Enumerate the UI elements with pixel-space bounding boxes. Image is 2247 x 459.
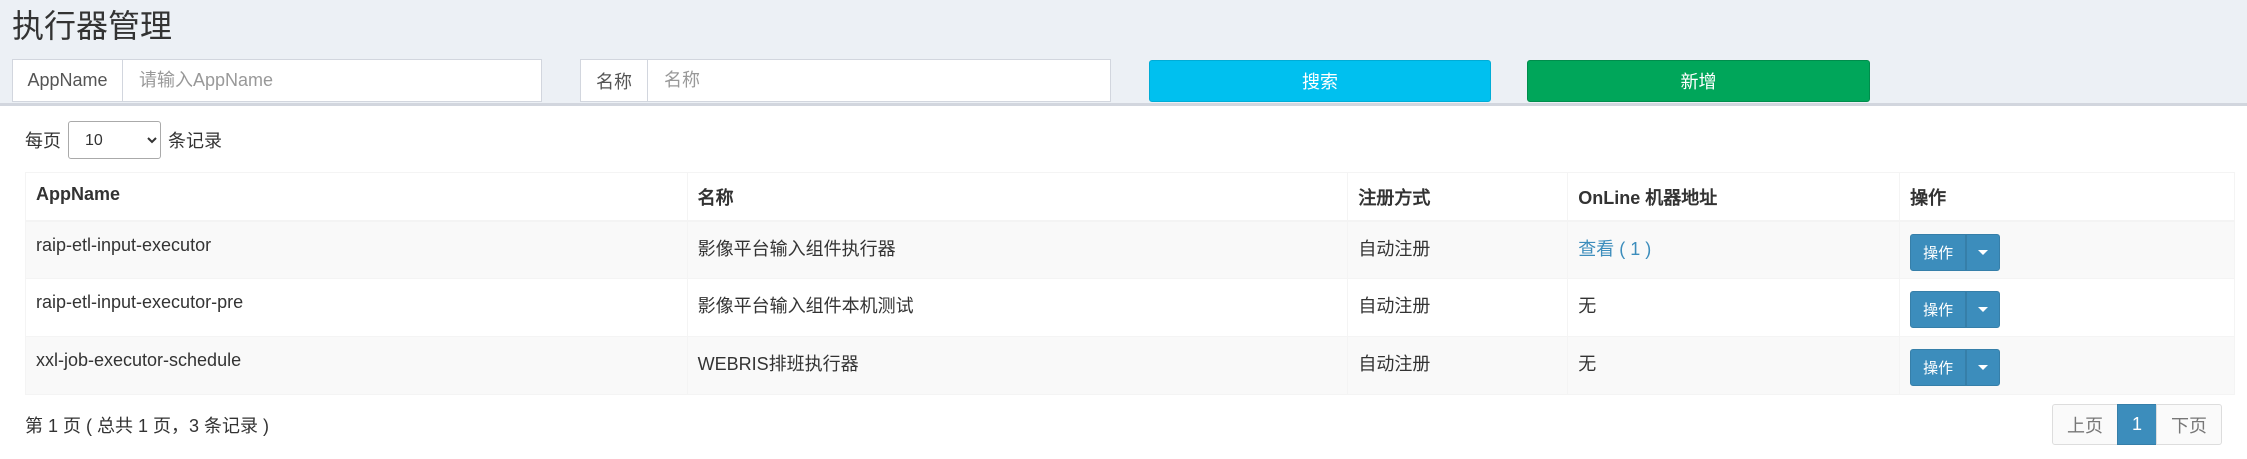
cell-appname: raip-etl-input-executor-pre xyxy=(25,278,688,337)
appname-filter-label: AppName xyxy=(13,60,123,101)
pagination: 上页 1 下页 xyxy=(2052,404,2222,445)
cell-operations: 操作 xyxy=(1899,220,2235,279)
page-length-suffix: 条记录 xyxy=(168,131,222,151)
operation-dropdown-toggle[interactable] xyxy=(1966,291,2001,328)
search-button[interactable]: 搜索 xyxy=(1149,60,1491,102)
executor-table: AppName 名称 注册方式 OnLine 机器地址 操作 raip-etl-… xyxy=(25,172,2235,395)
pagination-page-button[interactable]: 1 xyxy=(2117,404,2157,445)
operation-button-group: 操作 xyxy=(1910,233,2001,271)
online-address-link[interactable]: 查看 ( 1 ) xyxy=(1578,239,1651,259)
title-input[interactable] xyxy=(648,60,1110,101)
cell-appname: xxl-job-executor-schedule xyxy=(25,336,688,395)
cell-address-type: 自动注册 xyxy=(1347,278,1569,337)
page-length-select[interactable]: 10 xyxy=(68,121,161,159)
cell-online: 无 xyxy=(1567,278,1901,337)
column-header-address-type[interactable]: 注册方式 xyxy=(1347,172,1569,222)
appname-filter-group: AppName xyxy=(12,59,542,102)
operation-button[interactable]: 操作 xyxy=(1910,291,1967,328)
table-row: raip-etl-input-executor 影像平台输入组件执行器 自动注册… xyxy=(25,220,2235,279)
column-header-operations: 操作 xyxy=(1899,172,2235,222)
column-header-online-address[interactable]: OnLine 机器地址 xyxy=(1567,172,1901,222)
operation-button[interactable]: 操作 xyxy=(1910,233,1967,271)
title-filter-group: 名称 xyxy=(580,59,1111,102)
operation-dropdown-toggle[interactable] xyxy=(1966,233,2001,271)
column-header-title[interactable]: 名称 xyxy=(686,172,1349,222)
operation-button-group: 操作 xyxy=(1910,291,2001,328)
caret-down-icon xyxy=(1978,307,1989,312)
table-info: 第 1 页 ( 总共 1 页，3 条记录 ) xyxy=(25,416,270,436)
table-row: raip-etl-input-executor-pre 影像平台输入组件本机测试… xyxy=(25,278,2235,337)
executor-management-page: 执行器管理 AppName 名称 搜索 新增 每页 10 条记录 AppName… xyxy=(0,0,2247,459)
cell-operations: 操作 xyxy=(1899,336,2235,395)
pagination-next-button[interactable]: 下页 xyxy=(2156,404,2222,445)
page-length-control: 每页 10 条记录 xyxy=(25,120,222,160)
table-header-row: AppName 名称 注册方式 OnLine 机器地址 操作 xyxy=(25,172,2235,222)
add-button[interactable]: 新增 xyxy=(1527,60,1870,102)
pagination-prev-button[interactable]: 上页 xyxy=(2052,404,2118,445)
operation-dropdown-toggle[interactable] xyxy=(1966,349,2001,386)
page-length-prefix: 每页 xyxy=(25,131,61,151)
executor-list-box: 每页 10 条记录 AppName 名称 注册方式 OnLine 机器地址 操作… xyxy=(0,103,2247,459)
cell-operations: 操作 xyxy=(1899,278,2235,337)
cell-online: 查看 ( 1 ) xyxy=(1567,220,1901,279)
cell-address-type: 自动注册 xyxy=(1347,220,1569,279)
operation-button-group: 操作 xyxy=(1910,349,2001,386)
caret-down-icon xyxy=(1978,249,1989,255)
cell-address-type: 自动注册 xyxy=(1347,336,1569,395)
page-title: 执行器管理 xyxy=(12,8,173,44)
caret-down-icon xyxy=(1978,365,1989,370)
cell-online: 无 xyxy=(1567,336,1901,395)
cell-title: 影像平台输入组件本机测试 xyxy=(686,278,1349,337)
operation-button[interactable]: 操作 xyxy=(1910,349,1967,386)
appname-input[interactable] xyxy=(123,60,541,101)
table-row: xxl-job-executor-schedule WEBRIS排班执行器 自动… xyxy=(25,336,2235,395)
cell-appname: raip-etl-input-executor xyxy=(25,220,688,279)
cell-title: 影像平台输入组件执行器 xyxy=(686,220,1349,279)
column-header-appname[interactable]: AppName xyxy=(25,172,688,222)
title-filter-label: 名称 xyxy=(581,60,648,101)
cell-title: WEBRIS排班执行器 xyxy=(686,336,1349,395)
